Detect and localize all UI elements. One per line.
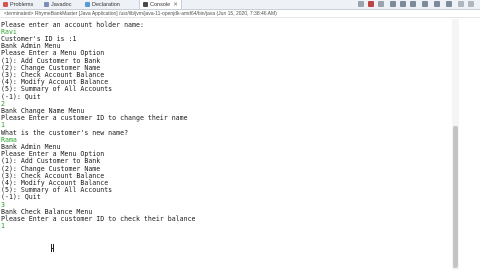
tab-console[interactable]: Console ✕ xyxy=(139,0,182,9)
javadoc-icon xyxy=(44,2,49,7)
display-console-icon[interactable] xyxy=(434,1,440,7)
console-output-line: Please Enter a customer ID to change the… xyxy=(1,114,188,123)
tab-label: Problems xyxy=(10,1,34,8)
text-cursor-icon xyxy=(51,244,54,252)
console-output-line: What is the customer's new name? xyxy=(1,128,129,137)
open-console-icon[interactable] xyxy=(446,1,452,7)
scrollbar-thumb[interactable] xyxy=(453,126,458,268)
console-input-line: 1 xyxy=(1,222,5,231)
tab-declaration[interactable]: Declaration xyxy=(85,0,120,9)
console-output-line: Please Enter a customer ID to check thei… xyxy=(1,214,196,223)
problems-icon xyxy=(3,2,8,7)
console-output[interactable]: Please enter an account holder name: Ravi… xyxy=(0,19,450,270)
console-output-line: Please enter an account holder name: xyxy=(1,20,144,29)
scroll-lock-icon[interactable] xyxy=(400,1,406,7)
tab-problems[interactable]: Problems xyxy=(3,0,33,9)
declaration-icon xyxy=(85,2,90,7)
console-view: Problems Javadoc Declaration Console ✕ <… xyxy=(0,0,480,270)
remove-launch-icon[interactable] xyxy=(368,1,374,7)
maximize-icon[interactable] xyxy=(468,1,474,7)
clear-console-icon[interactable] xyxy=(390,1,396,7)
tab-label: Declaration xyxy=(92,1,120,8)
minimize-icon[interactable] xyxy=(458,1,464,7)
console-output-line: (-1): Quit xyxy=(1,193,41,202)
terminate-icon[interactable] xyxy=(358,1,364,7)
close-icon[interactable]: ✕ xyxy=(173,2,178,8)
tab-javadoc[interactable]: Javadoc xyxy=(44,0,72,9)
word-wrap-icon[interactable] xyxy=(410,1,416,7)
remove-all-icon[interactable] xyxy=(378,1,384,7)
view-tab-bar: Problems Javadoc Declaration Console ✕ xyxy=(0,0,480,10)
console-output-line: (-1): Quit xyxy=(1,92,41,101)
pin-console-icon[interactable] xyxy=(422,1,428,7)
console-status-line: <terminated> RhymeBankMaster [Java Appli… xyxy=(0,10,480,18)
tab-label: Javadoc xyxy=(51,1,72,8)
console-icon xyxy=(143,2,148,7)
tab-label: Console xyxy=(150,1,171,8)
